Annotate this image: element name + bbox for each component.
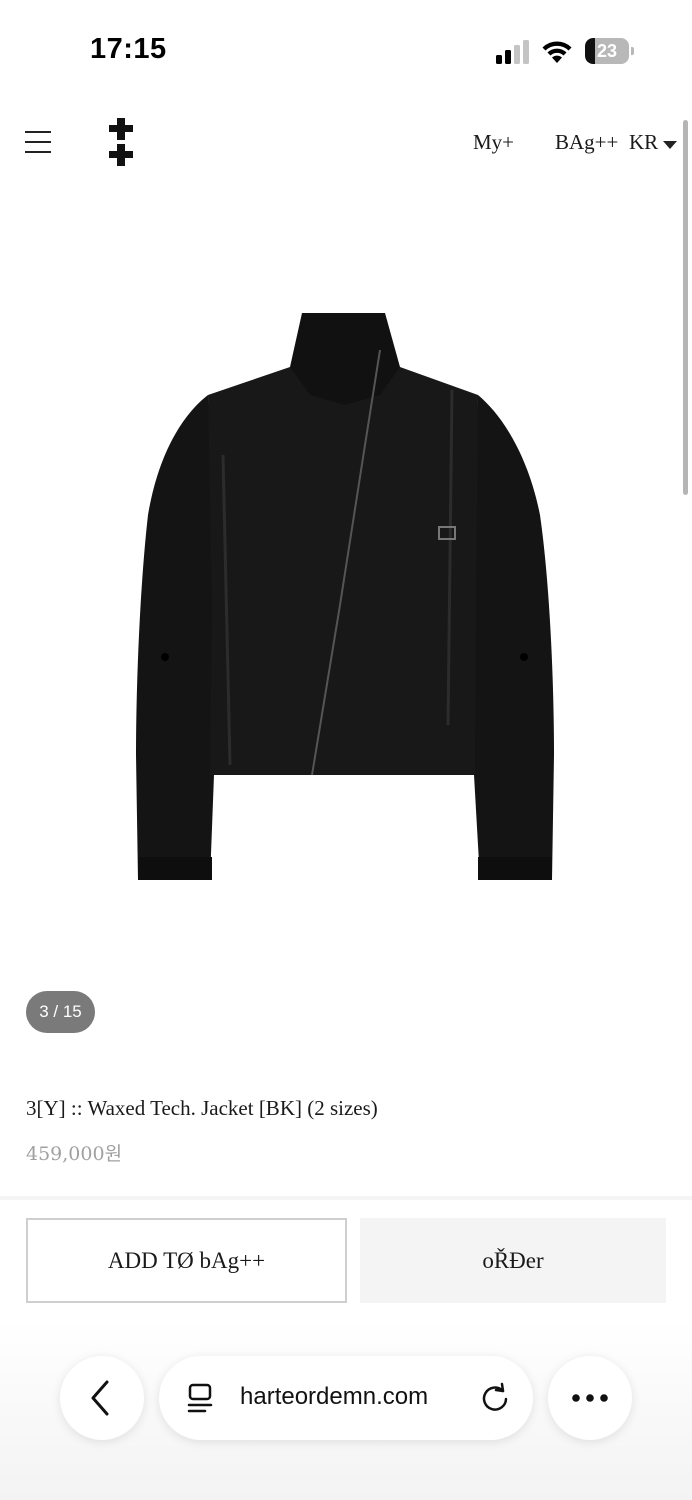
back-button[interactable] <box>60 1356 144 1440</box>
product-price: 459,000원 <box>26 1143 123 1165</box>
address-bar[interactable]: harteordemn.com <box>159 1356 533 1440</box>
product-title: 3[Y] :: Waxed Tech. Jacket [BK] (2 sizes… <box>26 1096 378 1120</box>
order-button[interactable]: oŘĐer <box>360 1218 666 1303</box>
status-bar: 17:15 23 <box>0 0 692 100</box>
battery-level: 23 <box>596 41 618 61</box>
site-header: My+ BAg++ KR <box>0 100 692 186</box>
more-icon <box>572 1394 608 1402</box>
hamburger-menu-icon[interactable] <box>25 130 51 154</box>
reload-icon[interactable] <box>479 1382 511 1414</box>
site-settings-icon[interactable] <box>186 1382 216 1414</box>
bag-link[interactable]: BAg++ <box>555 130 618 155</box>
more-options-button[interactable] <box>548 1356 632 1440</box>
my-account-link[interactable]: My+ <box>473 130 514 155</box>
url-text[interactable]: harteordemn.com <box>240 1383 428 1411</box>
product-image-jacket[interactable] <box>130 305 560 890</box>
divider <box>0 1196 692 1200</box>
battery-icon: 23 <box>585 38 634 64</box>
slide-counter: 3 / 15 <box>26 991 95 1033</box>
wifi-icon <box>542 41 572 63</box>
page-scrollbar[interactable] <box>683 120 688 495</box>
brand-logo[interactable] <box>104 116 138 168</box>
add-to-bag-button[interactable]: ADD TØ bAg++ <box>26 1218 347 1303</box>
chevron-left-icon <box>91 1380 109 1416</box>
cellular-signal-icon <box>496 40 532 64</box>
status-time: 17:15 <box>90 33 167 65</box>
language-selector[interactable]: KR <box>629 130 658 155</box>
chevron-down-icon[interactable] <box>663 141 677 149</box>
